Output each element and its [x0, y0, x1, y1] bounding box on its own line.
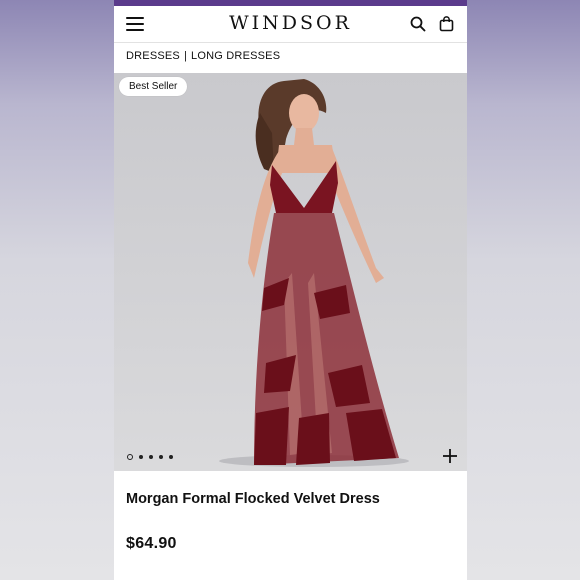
product-page: WINDSOR DRESSES | LONG DRESSES Best Sell… — [114, 0, 467, 580]
breadcrumb: DRESSES | LONG DRESSES — [126, 50, 280, 62]
carousel-dot-4[interactable] — [159, 455, 163, 459]
carousel-dot-3[interactable] — [149, 455, 153, 459]
product-image-carousel[interactable]: Best Seller — [114, 73, 467, 471]
carousel-dot-5[interactable] — [169, 455, 173, 459]
header-divider — [114, 42, 467, 43]
search-icon[interactable] — [409, 15, 427, 33]
carousel-dot-1[interactable] — [127, 454, 133, 460]
plus-icon[interactable] — [441, 447, 459, 465]
breadcrumb-separator: | — [183, 50, 188, 62]
product-title: Morgan Formal Flocked Velvet Dress — [126, 491, 380, 507]
header-actions — [409, 15, 455, 33]
carousel-dot-2[interactable] — [139, 455, 143, 459]
breadcrumb-long-dresses[interactable]: LONG DRESSES — [191, 50, 280, 62]
shopping-bag-icon[interactable] — [437, 15, 455, 33]
product-price: $64.90 — [126, 535, 177, 552]
product-photo — [219, 79, 409, 467]
site-header: WINDSOR — [114, 6, 467, 42]
carousel-pagination — [127, 454, 173, 460]
best-seller-badge: Best Seller — [119, 77, 188, 96]
hamburger-menu-icon[interactable] — [126, 17, 144, 31]
breadcrumb-dresses[interactable]: DRESSES — [126, 50, 180, 62]
